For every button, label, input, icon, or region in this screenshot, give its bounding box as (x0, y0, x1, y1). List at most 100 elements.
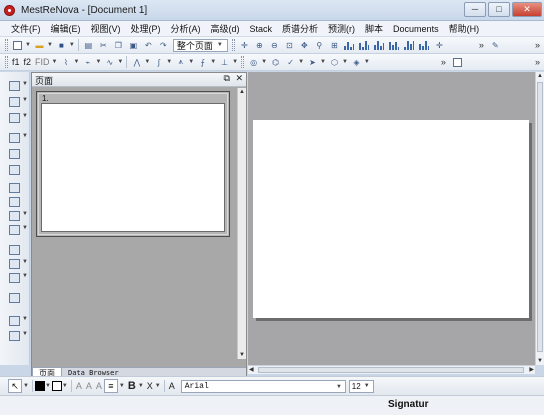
menu-edit[interactable]: 编辑(E) (46, 22, 86, 36)
apodization-icon[interactable]: ∿ (103, 56, 116, 68)
molecule-icon[interactable]: ⌬ (269, 56, 282, 68)
minimize-button[interactable]: ─ (464, 2, 486, 17)
layout-tool-icon[interactable] (8, 96, 20, 107)
menu-documents[interactable]: Documents (388, 22, 444, 36)
cut-icon[interactable]: ✂ (97, 39, 110, 51)
menu-view[interactable]: 视图(V) (86, 22, 126, 36)
align-icon[interactable]: ≡ (103, 379, 118, 393)
reference-icon[interactable]: ⊥ (218, 56, 231, 68)
chevron-down-icon[interactable]: ▼ (117, 59, 123, 65)
chevron-down-icon[interactable]: ▼ (95, 59, 101, 65)
chevron-down-icon[interactable]: ▼ (261, 59, 267, 65)
target-icon[interactable]: ◎ (247, 56, 260, 68)
menu-analysis[interactable]: 分析(A) (166, 22, 206, 36)
peak-tool-icon[interactable] (8, 182, 20, 193)
new-document-icon[interactable] (11, 39, 24, 51)
scroll-right-icon[interactable]: ▶ (529, 366, 534, 373)
scroll-left-icon[interactable]: ◀ (249, 366, 254, 373)
document-horizontal-scrollbar[interactable]: ◀ ▶ (248, 365, 535, 374)
chevron-down-icon[interactable]: ▼ (22, 225, 28, 231)
magnifier-icon[interactable]: ⚲ (313, 39, 326, 51)
close-panel-icon[interactable]: ✕ (235, 73, 243, 83)
chevron-down-icon[interactable]: ▼ (155, 383, 161, 389)
table-tool-icon[interactable] (8, 292, 20, 303)
bold-button[interactable]: B (128, 380, 136, 392)
chevron-down-icon[interactable]: ▼ (22, 211, 28, 217)
font-size-select[interactable]: 12 ▼ (348, 379, 374, 393)
scroll-down-icon[interactable]: ▼ (239, 352, 245, 358)
scroll-up-icon[interactable]: ▲ (537, 73, 543, 79)
zoom-in-icon[interactable]: ⊕ (253, 39, 266, 51)
paste-icon[interactable]: ▣ (127, 39, 140, 51)
menu-help[interactable]: 帮助(H) (444, 22, 485, 36)
edit-tool-icon[interactable] (8, 196, 20, 207)
open-folder-icon[interactable]: ▬ (33, 39, 46, 51)
menu-process[interactable]: 处理(P) (126, 22, 166, 36)
peak-pick-icon[interactable]: ⋀ (130, 56, 143, 68)
chevron-down-icon[interactable]: ▼ (69, 42, 75, 48)
chevron-down-icon[interactable]: ▼ (47, 42, 53, 48)
chevron-down-icon[interactable]: ▼ (22, 273, 28, 279)
spectrum-stack-icon[interactable] (358, 39, 371, 51)
vertical-scroll-thumb[interactable] (537, 82, 543, 352)
structure-icon[interactable]: ⬡ (328, 56, 341, 68)
redo-icon[interactable]: ↷ (157, 39, 170, 51)
chevron-down-icon[interactable]: ▼ (188, 59, 194, 65)
menu-advanced[interactable]: 高级(d) (206, 22, 245, 36)
toolbar-overflow-button-right[interactable]: » (535, 40, 540, 50)
integrate-icon[interactable]: ∫ (152, 56, 165, 68)
overlay-tool-icon[interactable] (8, 315, 20, 326)
select-tool-icon[interactable] (8, 80, 20, 91)
document-page[interactable] (253, 120, 529, 318)
menu-script[interactable]: 脚本 (360, 22, 388, 36)
font-family-select[interactable]: Arial ▼ (180, 379, 346, 393)
chevron-down-icon[interactable]: ▼ (166, 59, 172, 65)
point-tool-icon[interactable] (8, 272, 20, 283)
chart-tool-icon[interactable] (8, 132, 20, 143)
toolbar-grip[interactable] (5, 39, 8, 51)
menu-mass-spec[interactable]: 质谱分析 (277, 22, 323, 36)
fit-icon[interactable]: ⨍ (196, 56, 209, 68)
save-icon[interactable]: ■ (55, 39, 68, 51)
zoom-select[interactable]: 整个页面 ▼ (172, 38, 228, 52)
horizontal-scroll-thumb[interactable] (258, 367, 524, 373)
increase-font-icon[interactable]: A (76, 381, 82, 391)
print-icon[interactable]: ▤ (82, 39, 95, 51)
chevron-down-icon[interactable]: ▼ (320, 59, 326, 65)
image-tool-icon[interactable] (8, 148, 20, 159)
chevron-down-icon[interactable]: ▼ (62, 383, 68, 389)
chevron-down-icon[interactable]: ▼ (22, 331, 28, 337)
fill-color-swatch[interactable] (34, 381, 45, 391)
chevron-down-icon[interactable]: ▼ (298, 59, 304, 65)
region-icon[interactable]: ⊞ (328, 39, 341, 51)
menu-stack[interactable]: Stack (245, 22, 278, 36)
line-color-swatch[interactable] (51, 381, 62, 391)
chevron-down-icon[interactable]: ▼ (22, 81, 28, 87)
toolbar-grip[interactable] (5, 56, 8, 68)
chevron-down-icon[interactable]: ▼ (144, 59, 150, 65)
toolbar-overflow-button[interactable]: » (479, 40, 484, 50)
chevron-down-icon[interactable]: ▼ (25, 42, 31, 48)
document-icon[interactable] (451, 56, 464, 68)
scroll-down-icon[interactable]: ▼ (537, 358, 543, 364)
zoom-fit-icon[interactable]: ⊡ (283, 39, 296, 51)
split-tool-icon[interactable] (8, 224, 20, 235)
baseline-icon[interactable]: ⌇ (59, 56, 72, 68)
chevron-down-icon[interactable]: ▼ (342, 59, 348, 65)
crop-tool-icon[interactable] (8, 330, 20, 341)
spectrum-grid-icon[interactable] (388, 39, 401, 51)
spectrum-wide-icon[interactable] (403, 39, 416, 51)
chevron-down-icon[interactable]: ▼ (22, 97, 28, 103)
undo-icon[interactable]: ↶ (142, 39, 155, 51)
document-canvas[interactable] (248, 72, 535, 365)
toolbar-grip[interactable] (241, 56, 245, 68)
crosshair-icon[interactable]: ✛ (238, 39, 251, 51)
pen-icon[interactable]: ✎ (489, 39, 502, 51)
chevron-down-icon[interactable]: ▼ (22, 259, 28, 265)
page-thumbnail[interactable]: 1. (36, 91, 230, 237)
chevron-down-icon[interactable]: ▼ (138, 383, 144, 389)
toolbar-grip[interactable] (231, 39, 235, 51)
verify-icon[interactable]: ✓ (284, 56, 297, 68)
chevron-down-icon[interactable]: ▼ (45, 383, 51, 389)
move-tool-icon[interactable] (8, 244, 20, 255)
